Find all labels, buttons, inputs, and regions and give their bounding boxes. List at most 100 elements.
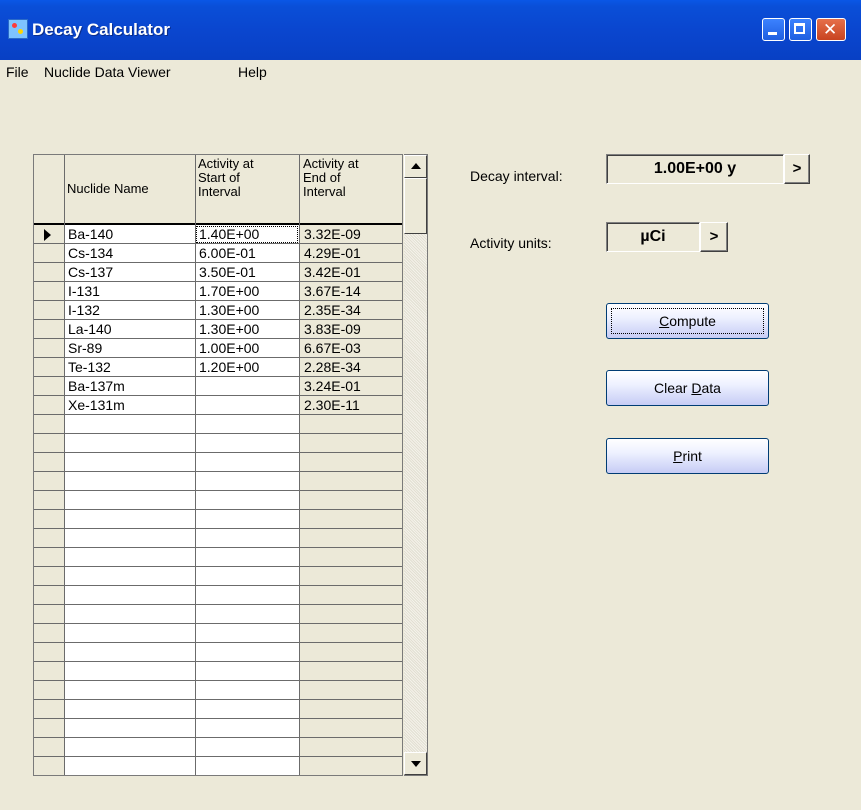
decay-interval-button[interactable]: > (784, 154, 810, 184)
table-row[interactable] (34, 567, 402, 586)
app-icon (8, 19, 28, 39)
cell-name[interactable]: I-131 (65, 283, 100, 299)
cell-start[interactable]: 6.00E-01 (196, 245, 256, 261)
table-row[interactable] (34, 434, 402, 453)
header-start-line-2: Start of (198, 170, 240, 185)
activity-units-value: µCi (606, 222, 700, 252)
table-row[interactable] (34, 605, 402, 624)
table-row[interactable]: Cs-137 3.50E-01 3.42E-01 (34, 263, 402, 282)
menu-file[interactable]: File (6, 64, 29, 80)
clear-mnemonic: D (691, 380, 702, 396)
cell-end[interactable]: 3.67E-14 (301, 283, 361, 299)
scroll-thumb[interactable] (404, 178, 427, 234)
cell-start[interactable]: 1.30E+00 (196, 321, 259, 337)
table-row[interactable] (34, 548, 402, 567)
cell-end[interactable]: 3.42E-01 (301, 264, 361, 280)
arrow-up-icon (411, 163, 421, 169)
table-row[interactable] (34, 472, 402, 491)
grid-header: Nuclide Name Activity at Start of Interv… (34, 155, 402, 225)
cell-name[interactable]: Sr-89 (65, 340, 102, 356)
cell-start[interactable]: 3.50E-01 (196, 264, 256, 280)
cell-end[interactable]: 2.30E-11 (301, 397, 360, 413)
cell-start[interactable]: 1.40E+00 (196, 226, 259, 242)
cell-name[interactable]: I-132 (65, 302, 100, 318)
table-row[interactable]: Te-132 1.20E+00 2.28E-34 (34, 358, 402, 377)
header-end-line-3: Interval (303, 184, 346, 199)
cell-end[interactable]: 3.83E-09 (301, 321, 361, 337)
cell-start[interactable]: 1.20E+00 (196, 359, 259, 375)
cell-end[interactable]: 2.35E-34 (301, 302, 361, 318)
table-row[interactable]: Ba-137m 3.24E-01 (34, 377, 402, 396)
table-row[interactable]: Xe-131m 2.30E-11 (34, 396, 402, 415)
cell-name[interactable]: Ba-140 (65, 226, 113, 242)
table-row[interactable] (34, 662, 402, 681)
table-row[interactable] (34, 529, 402, 548)
cell-end[interactable]: 2.28E-34 (301, 359, 361, 375)
cell-end[interactable]: 6.67E-03 (301, 340, 361, 356)
maximize-button[interactable] (789, 18, 812, 41)
cell-end[interactable]: 4.29E-01 (301, 245, 361, 261)
table-row[interactable] (34, 491, 402, 510)
cell-name[interactable]: Cs-134 (65, 245, 113, 261)
decay-interval-value: 1.00E+00 y (606, 154, 784, 184)
cell-start[interactable]: 1.30E+00 (196, 302, 259, 318)
table-row[interactable] (34, 624, 402, 643)
table-row[interactable]: Ba-140 1.40E+00 3.32E-09 (34, 225, 402, 244)
table-row[interactable] (34, 643, 402, 662)
table-row[interactable] (34, 738, 402, 757)
table-row[interactable] (34, 510, 402, 529)
table-row[interactable]: La-140 1.30E+00 3.83E-09 (34, 320, 402, 339)
clear-label-rest: ata (701, 380, 721, 396)
table-row[interactable]: Sr-89 1.00E+00 6.67E-03 (34, 339, 402, 358)
compute-mnemonic: C (659, 313, 670, 329)
cell-end[interactable]: 3.32E-09 (301, 226, 361, 242)
print-label-rest: rint (682, 448, 702, 464)
cell-name[interactable]: Cs-137 (65, 264, 113, 280)
print-button[interactable]: Print (606, 438, 769, 474)
window-title: Decay Calculator (32, 20, 170, 39)
table-row[interactable] (34, 415, 402, 434)
header-activity-start[interactable]: Activity at Start of Interval (195, 155, 300, 223)
header-start-line-3: Interval (198, 184, 241, 199)
cell-start[interactable]: 1.00E+00 (196, 340, 259, 356)
nuclide-grid[interactable]: Nuclide Name Activity at Start of Interv… (33, 154, 403, 776)
table-row[interactable]: I-131 1.70E+00 3.67E-14 (34, 282, 402, 301)
activity-units-button[interactable]: > (700, 222, 728, 252)
clear-data-button[interactable]: Clear Data (606, 370, 769, 406)
header-nuclide-name[interactable]: Nuclide Name (64, 155, 195, 223)
header-start-line-1: Activity at (198, 156, 254, 171)
cell-name[interactable]: Xe-131m (65, 397, 125, 413)
table-row[interactable] (34, 681, 402, 700)
close-button[interactable]: ✕ (816, 18, 846, 41)
header-end-line-2: End of (303, 170, 341, 185)
menu-help[interactable]: Help (238, 64, 267, 80)
scroll-down-button[interactable] (404, 752, 427, 775)
menu-nuclide-data-viewer[interactable]: Nuclide Data Viewer (44, 64, 171, 80)
scroll-up-button[interactable] (404, 155, 427, 178)
minimize-button[interactable] (762, 18, 785, 41)
cell-end[interactable]: 3.24E-01 (301, 378, 361, 394)
table-row[interactable] (34, 757, 402, 775)
close-icon: ✕ (823, 20, 838, 40)
maximize-icon (794, 23, 805, 34)
table-row[interactable]: Cs-134 6.00E-01 4.29E-01 (34, 244, 402, 263)
grid-scrollbar[interactable] (404, 154, 428, 776)
cell-start[interactable]: 1.70E+00 (196, 283, 259, 299)
cell-name[interactable]: Ba-137m (65, 378, 125, 394)
grid-row-divider (34, 775, 403, 776)
cell-name[interactable]: La-140 (65, 321, 112, 337)
table-row[interactable] (34, 586, 402, 605)
table-row[interactable]: I-132 1.30E+00 2.35E-34 (34, 301, 402, 320)
table-row[interactable] (34, 453, 402, 472)
title-bar[interactable]: Decay Calculator ✕ (0, 0, 861, 60)
header-end-line-1: Activity at (303, 156, 359, 171)
compute-button[interactable]: Compute (606, 303, 769, 339)
compute-label-rest: ompute (669, 313, 716, 329)
clear-label-pre: Clear (654, 380, 692, 396)
table-row[interactable] (34, 719, 402, 738)
header-activity-end[interactable]: Activity at End of Interval (300, 155, 402, 223)
decay-interval-label: Decay interval: (470, 168, 563, 184)
table-row[interactable] (34, 700, 402, 719)
cell-name[interactable]: Te-132 (65, 359, 111, 375)
arrow-down-icon (411, 761, 421, 767)
